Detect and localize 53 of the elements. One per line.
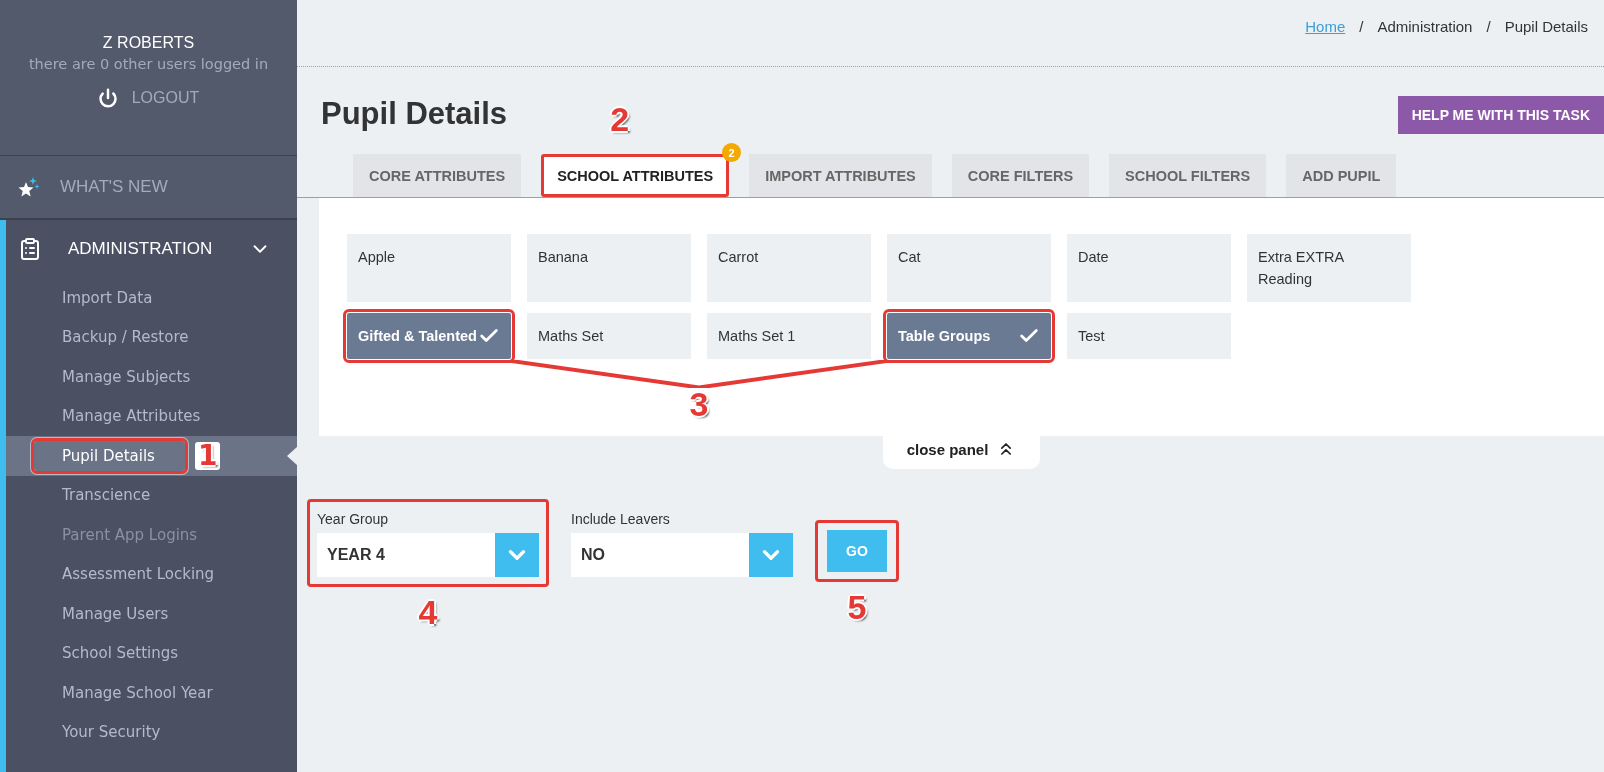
sparkle-star-icon — [18, 177, 40, 197]
active-pointer — [287, 446, 297, 465]
logout-link[interactable]: LOGOUT — [97, 88, 200, 108]
close-panel-button[interactable]: close panel — [882, 435, 1041, 469]
login-status: there are 0 other users logged in — [28, 56, 269, 72]
attribute-tile[interactable]: Maths Set 1 — [707, 313, 871, 359]
attribute-tile[interactable]: Maths Set — [527, 313, 691, 359]
sidebar-item[interactable]: Assessment Locking — [6, 554, 297, 594]
tab[interactable]: ADD PUPIL — [1286, 154, 1397, 197]
sidebar-item[interactable]: Manage School Year — [6, 673, 297, 713]
user-name: Z ROBERTS — [102, 34, 195, 52]
count-badge: 2 — [722, 143, 742, 162]
tab[interactable]: IMPORT ATTRIBUTES — [749, 154, 932, 197]
step-number: 2 — [610, 102, 630, 136]
sidebar-item[interactable]: Manage Attributes — [6, 396, 297, 436]
sidebar-item[interactable]: Backup / Restore — [6, 317, 297, 357]
tab[interactable]: CORE FILTERS — [951, 154, 1090, 197]
power-icon — [97, 88, 118, 108]
attribute-tile[interactable]: Extra EXTRA Reading — [1247, 234, 1411, 302]
tab[interactable]: CORE ATTRIBUTES — [353, 154, 522, 197]
field-label: Year Group — [317, 511, 390, 527]
attribute-tile[interactable]: Apple — [347, 234, 511, 302]
tab[interactable]: SCHOOL FILTERS — [1109, 154, 1267, 197]
step-number: 4 — [418, 595, 438, 629]
attribute-tile[interactable]: Banana — [527, 234, 691, 302]
select-field[interactable]: NO — [571, 533, 793, 577]
breadcrumb-item: Administration — [1377, 18, 1473, 35]
sidebar-item[interactable]: Manage Subjects — [6, 357, 297, 397]
breadcrumb-separator: / — [1486, 18, 1491, 35]
field-label: Include Leavers — [571, 511, 671, 527]
attribute-tile[interactable]: Date — [1067, 234, 1231, 302]
tab[interactable]: SCHOOL ATTRIBUTES — [541, 154, 730, 197]
sidebar-item[interactable]: Import Data — [6, 278, 297, 318]
breadcrumb-link[interactable]: Home — [1305, 18, 1346, 35]
page-title: Pupil Details — [321, 96, 508, 132]
sidebar-item[interactable]: Your Security — [6, 712, 297, 752]
breadcrumb-separator: / — [1359, 18, 1364, 35]
sidebar-item[interactable]: Transcience — [6, 475, 297, 515]
select-field[interactable]: YEAR 4 — [317, 533, 539, 577]
clipboard-icon — [18, 237, 42, 261]
sidebar-section[interactable]: ADMINISTRATION — [6, 220, 297, 278]
step-number: 1 — [194, 441, 221, 470]
attribute-tile[interactable]: Carrot — [707, 234, 871, 302]
attribute-tile[interactable]: Test — [1067, 313, 1231, 359]
help-button[interactable]: HELP ME WITH THIS TASK — [1397, 96, 1604, 134]
sidebar-item[interactable]: School Settings — [6, 633, 297, 673]
step-number: 5 — [847, 590, 867, 624]
step-number: 3 — [689, 387, 709, 421]
sidebar-item[interactable]: Pupil Details 1 — [6, 436, 297, 476]
attribute-tile[interactable]: Cat — [887, 234, 1051, 302]
breadcrumb-item: Pupil Details — [1504, 18, 1588, 35]
sidebar-item[interactable]: WHAT'S NEW — [0, 156, 297, 220]
sidebar-item[interactable]: Manage Users — [6, 594, 297, 634]
